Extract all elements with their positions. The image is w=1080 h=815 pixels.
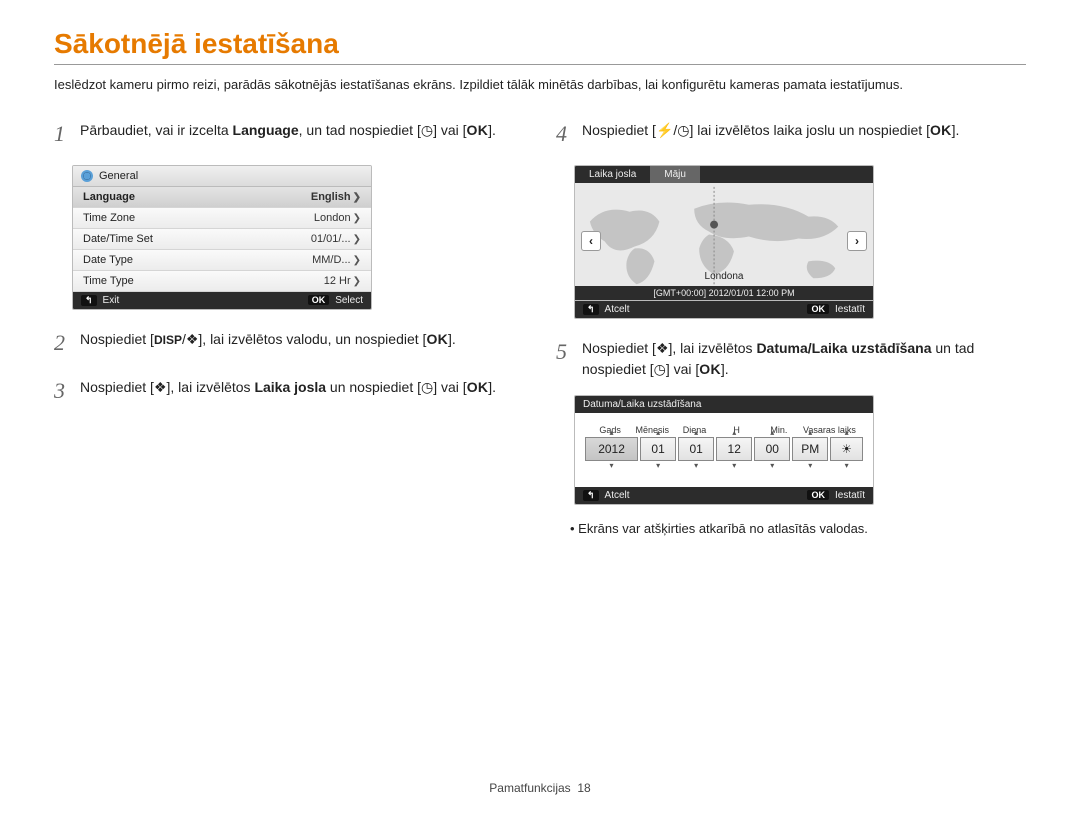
- step-3-text: Nospiediet [❖], lai izvēlētos Laika josl…: [80, 374, 496, 408]
- disp-icon: DISP: [154, 333, 182, 347]
- step-number: 5: [556, 335, 582, 381]
- dst-icon: ☀: [841, 442, 852, 456]
- step-1-text: Pārbaudiet, vai ir izcelta Language, un …: [80, 117, 496, 151]
- step-5: 5 Nospiediet [❖], lai izvēlētos Datuma/L…: [556, 335, 1026, 381]
- ok-key-icon: OK: [807, 490, 829, 500]
- ok-icon: OK: [467, 122, 489, 138]
- step-4: 4 Nospiediet [⚡/◷] lai izvēlētos laika j…: [556, 117, 1026, 151]
- gmt-label: [GMT+00:00] 2012/01/01 12:00 PM: [575, 286, 873, 300]
- menu-footer: ↰ Exit OK Select: [73, 292, 371, 309]
- datetime-row: ▴2012▾ ▴01▾ ▴01▾ ▴12▾ ▴00▾ ▴PM▾ ▴☀▾: [585, 437, 863, 461]
- timer-icon: ◷: [654, 359, 666, 381]
- menu-row-datetime[interactable]: Date/Time Set 01/01/...❯: [73, 229, 371, 250]
- menu-row-language[interactable]: Language English❯: [73, 187, 371, 208]
- right-column: 4 Nospiediet [⚡/◷] lai izvēlētos laika j…: [556, 117, 1026, 536]
- step-2: 2 Nospiediet [DISP/❖], lai izvēlētos val…: [54, 326, 524, 360]
- timer-icon: ◷: [421, 377, 433, 399]
- step-2-text: Nospiediet [DISP/❖], lai izvēlētos valod…: [80, 326, 456, 360]
- step-number: 1: [54, 117, 80, 151]
- timezone-footer: ↰ Atcelt OK Iestatīt: [575, 301, 873, 318]
- ok-icon: OK: [467, 379, 489, 395]
- year-cell[interactable]: ▴2012▾: [585, 437, 638, 461]
- back-icon: ↰: [583, 304, 599, 315]
- menu-row-timetype[interactable]: Time Type 12 Hr❯: [73, 271, 371, 292]
- back-icon: ↰: [583, 490, 599, 501]
- ok-key-icon: OK: [807, 304, 829, 314]
- world-map: ‹ › Londona [GMT+00:00] 2012/01/01 12:00…: [575, 183, 873, 301]
- note-text: Ekrāns var atšķirties atkarībā no atlasī…: [570, 521, 1026, 536]
- step-1: 1 Pārbaudiet, vai ir izcelta Language, u…: [54, 117, 524, 151]
- left-column: 1 Pārbaudiet, vai ir izcelta Language, u…: [54, 117, 524, 536]
- location-label: Londona: [575, 271, 873, 282]
- ok-key-icon: OK: [308, 295, 330, 305]
- timezone-screen: Laika josla Māju ‹ › Londona [GMT+00:00]: [574, 165, 874, 319]
- macro-icon: ❖: [154, 377, 167, 399]
- macro-icon: ❖: [186, 329, 199, 351]
- day-cell[interactable]: ▴01▾: [678, 437, 714, 461]
- step-3: 3 Nospiediet [❖], lai izvēlētos Laika jo…: [54, 374, 524, 408]
- intro-text: Ieslēdzot kameru pirmo reizi, parādās sā…: [54, 75, 1026, 95]
- datetime-screen: Datuma/Laika uzstādīšana Gads Mēnesis Di…: [574, 395, 874, 505]
- ok-icon: OK: [699, 361, 721, 377]
- minute-cell[interactable]: ▴00▾: [754, 437, 790, 461]
- datetime-title: Datuma/Laika uzstādīšana: [575, 396, 873, 413]
- ok-icon: OK: [426, 331, 448, 347]
- world-map-svg: [575, 183, 873, 300]
- tab-timezone[interactable]: Laika josla: [575, 166, 650, 183]
- menu-row-datetype[interactable]: Date Type MM/D...❯: [73, 250, 371, 271]
- page-footer: Pamatfunkcijas 18: [0, 781, 1080, 795]
- page-title: Sākotnējā iestatīšana: [54, 28, 1026, 65]
- gear-icon: [81, 170, 93, 182]
- menu-header: General: [73, 166, 371, 187]
- menu-row-timezone[interactable]: Time Zone London❯: [73, 208, 371, 229]
- macro-icon: ❖: [656, 338, 669, 360]
- dst-cell[interactable]: ▴☀▾: [830, 437, 863, 461]
- timezone-tabs: Laika josla Māju: [575, 166, 873, 183]
- flash-icon: ⚡: [656, 120, 673, 142]
- datetime-footer: ↰ Atcelt OK Iestatīt: [575, 487, 873, 504]
- step-number: 2: [54, 326, 80, 360]
- step-number: 4: [556, 117, 582, 151]
- step-4-text: Nospiediet [⚡/◷] lai izvēlētos laika jos…: [582, 117, 959, 151]
- nav-left-button[interactable]: ‹: [581, 231, 601, 251]
- step-number: 3: [54, 374, 80, 408]
- settings-menu-screen: General Language English❯ Time Zone Lond…: [72, 165, 372, 310]
- nav-right-button[interactable]: ›: [847, 231, 867, 251]
- timer-icon: ◷: [421, 120, 433, 142]
- month-cell[interactable]: ▴01▾: [640, 437, 676, 461]
- back-icon: ↰: [81, 295, 97, 306]
- ok-icon: OK: [930, 122, 952, 138]
- content-columns: 1 Pārbaudiet, vai ir izcelta Language, u…: [54, 117, 1026, 536]
- tab-home[interactable]: Māju: [650, 166, 700, 183]
- step-5-text: Nospiediet [❖], lai izvēlētos Datuma/Lai…: [582, 335, 1026, 381]
- ampm-cell[interactable]: ▴PM▾: [792, 437, 828, 461]
- timer-icon: ◷: [677, 120, 689, 142]
- hour-cell[interactable]: ▴12▾: [716, 437, 752, 461]
